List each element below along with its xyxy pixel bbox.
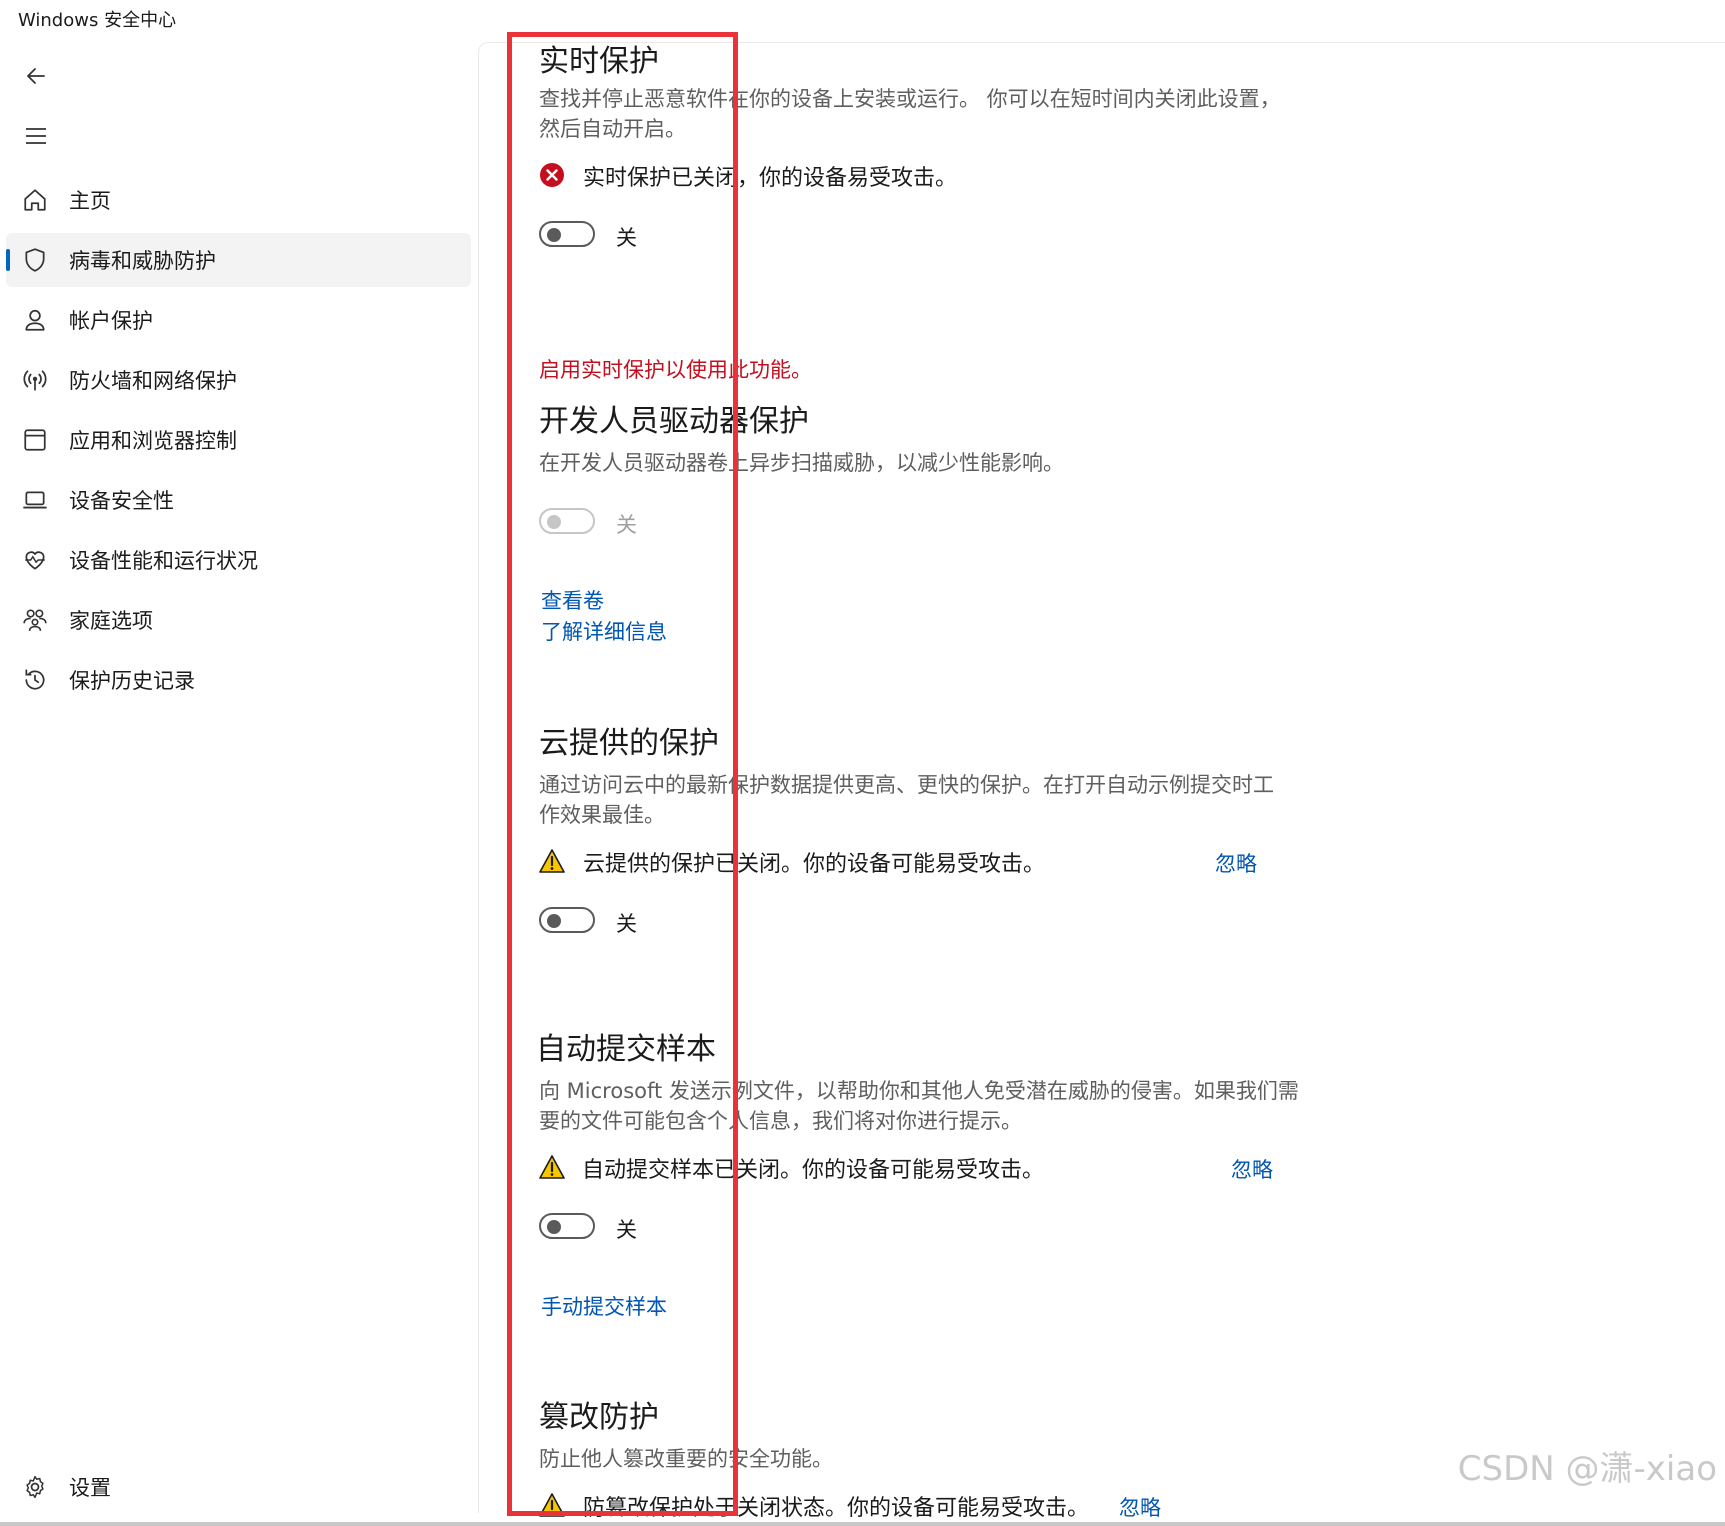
section-title-tamper: 篡改防护 — [539, 1400, 659, 1435]
dismiss-link-cloud[interactable]: 忽略 — [1215, 848, 1257, 878]
status-cloud: 云提供的保护已关闭。你的设备可能易受攻击。 — [583, 852, 1046, 877]
nav-item-label: 保护历史记录 — [69, 669, 195, 693]
view-volumes-link[interactable]: 查看卷 — [541, 585, 604, 615]
nav-item-protection-history[interactable]: 保护历史记录 — [6, 653, 471, 707]
nav-item-device-performance[interactable]: 设备性能和运行状况 — [6, 533, 471, 587]
nav-item-label: 防火墙和网络保护 — [69, 369, 237, 393]
section-desc-devdrive: 在开发人员驱动器卷上异步扫描威胁，以减少性能影响。 — [539, 451, 1064, 475]
section-title-cloud: 云提供的保护 — [539, 726, 719, 761]
warning-icon — [539, 1154, 565, 1180]
section-desc-cloud: 通过访问云中的最新保护数据提供更高、更快的保护。在打开自动示例提交时工作效果最佳… — [539, 773, 1274, 827]
nav-item-device-security[interactable]: 设备安全性 — [6, 473, 471, 527]
nav-item-label: 病毒和威胁防护 — [69, 249, 216, 273]
nav-item-family-options[interactable]: 家庭选项 — [6, 593, 471, 647]
toggle-label-cloud: 关 — [616, 912, 637, 936]
section-title-devdrive: 开发人员驱动器保护 — [539, 404, 809, 439]
watermark: CSDN @潇-xiao — [1457, 1449, 1717, 1489]
toggle-label-realtime: 关 — [616, 226, 637, 250]
section-desc-realtime: 查找并停止恶意软件在你的设备上安装或运行。 你可以在短时间内关闭此设置，然后自动… — [539, 87, 1281, 141]
learn-more-link[interactable]: 了解详细信息 — [541, 616, 667, 646]
shield-icon — [20, 245, 50, 275]
nav-item-account-protection[interactable]: 帐户保护 — [6, 293, 471, 347]
app-window-icon — [20, 425, 50, 455]
nav-item-app-browser-control[interactable]: 应用和浏览器控制 — [6, 413, 471, 467]
toggle-label-devdrive: 关 — [616, 513, 637, 537]
menu-button[interactable] — [18, 118, 54, 154]
toggle-knob — [547, 228, 561, 242]
history-icon — [20, 665, 50, 695]
dismiss-link-tamper[interactable]: 忽略 — [1119, 1492, 1161, 1522]
active-indicator — [6, 249, 10, 271]
nav-item-label: 设备性能和运行状况 — [69, 549, 258, 573]
window-title: Windows 安全中心 — [18, 10, 177, 31]
warning-icon — [539, 848, 565, 874]
error-icon — [539, 162, 565, 188]
toggle-knob — [547, 515, 561, 529]
toggle-autosubmit[interactable] — [539, 1213, 595, 1239]
nav-item-settings[interactable]: 设置 — [6, 1460, 471, 1514]
person-icon — [20, 305, 50, 335]
section-title-autosubmit: 自动提交样本 — [536, 1032, 716, 1067]
toggle-cloud[interactable] — [539, 907, 595, 933]
home-icon — [20, 185, 50, 215]
status-autosubmit: 自动提交样本已关闭。你的设备可能易受攻击。 — [582, 1158, 1045, 1183]
nav-item-label: 应用和浏览器控制 — [69, 429, 237, 453]
hamburger-icon — [26, 128, 46, 144]
wifi-antenna-icon — [20, 365, 50, 395]
nav-item-label: 设置 — [69, 1476, 111, 1500]
bottom-border — [0, 1522, 1725, 1526]
nav-item-firewall[interactable]: 防火墙和网络保护 — [6, 353, 471, 407]
section-desc-autosubmit: 向 Microsoft 发送示例文件，以帮助你和其他人免受潜在威胁的侵害。如果我… — [539, 1079, 1299, 1133]
toggle-label-autosubmit: 关 — [616, 1218, 637, 1242]
back-button[interactable] — [18, 58, 54, 94]
toggle-knob — [547, 914, 561, 928]
section-desc-tamper: 防止他人篡改重要的安全功能。 — [539, 1447, 833, 1471]
gear-icon — [20, 1472, 50, 1502]
nav-item-label: 设备安全性 — [69, 489, 174, 513]
nav-item-label: 帐户保护 — [69, 309, 153, 333]
manual-submit-link[interactable]: 手动提交样本 — [541, 1291, 667, 1321]
nav-item-virus-protection[interactable]: 病毒和威胁防护 — [6, 233, 471, 287]
toggle-devdrive[interactable] — [539, 508, 595, 534]
back-arrow-icon — [27, 68, 45, 84]
family-icon — [20, 605, 50, 635]
dismiss-link-autosubmit[interactable]: 忽略 — [1231, 1154, 1273, 1184]
toggle-knob — [547, 1220, 561, 1234]
toggle-realtime[interactable] — [539, 221, 595, 247]
status-realtime: 实时保护已关闭，你的设备易受攻击。 — [583, 166, 958, 191]
section-title-realtime: 实时保护 — [539, 44, 659, 79]
nav-item-home[interactable]: 主页 — [6, 173, 471, 227]
devdrive-note: 启用实时保护以使用此功能。 — [539, 358, 812, 382]
nav-item-label: 家庭选项 — [69, 609, 153, 633]
laptop-icon — [20, 485, 50, 515]
warning-icon — [539, 1492, 565, 1518]
heart-pulse-icon — [20, 545, 50, 575]
status-tamper: 防篡改保护处于关闭状态。你的设备可能易受攻击。 — [583, 1496, 1090, 1521]
nav-item-label: 主页 — [69, 189, 111, 213]
